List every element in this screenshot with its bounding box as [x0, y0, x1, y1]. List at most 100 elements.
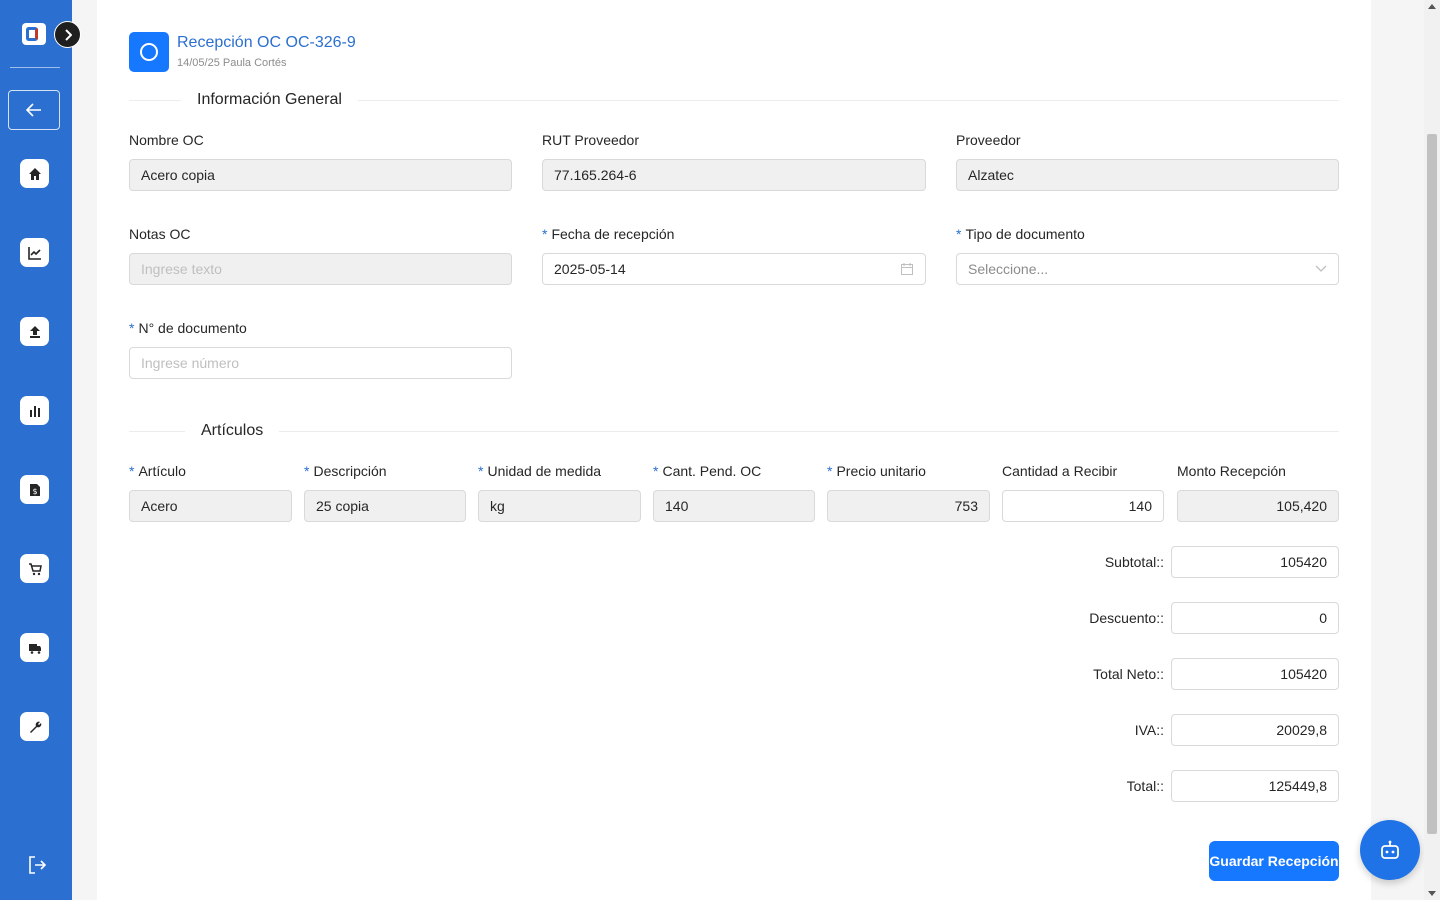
col-cantidad-recibir-label: Cantidad a Recibir — [1002, 463, 1118, 479]
required-mark: * — [827, 463, 833, 479]
col-descripcion-label: * Descripción — [304, 463, 387, 479]
iva-field[interactable]: 20029,8 — [1171, 714, 1339, 746]
invoice-icon: $ — [29, 483, 40, 496]
logout-button[interactable] — [24, 852, 50, 878]
rut-proveedor-label: RUT Proveedor — [542, 132, 640, 148]
fecha-recepcion-picker[interactable]: 2025-05-14 — [542, 253, 926, 285]
descripcion-value: 25 copia — [316, 498, 369, 514]
unidad-field[interactable]: kg — [478, 490, 641, 522]
articulo-field[interactable]: Acero — [129, 490, 292, 522]
sidebar-item-settings[interactable] — [20, 712, 49, 741]
section-title-articulos: Artículos — [185, 422, 280, 440]
calendar-icon — [901, 263, 913, 275]
record-icon — [129, 32, 169, 72]
nombre-oc-field[interactable]: Acero copia — [129, 159, 512, 191]
page-scrollbar[interactable] — [1424, 0, 1440, 900]
fecha-recepcion-label: * Fecha de recepción — [542, 226, 674, 242]
tipo-documento-label: * Tipo de documento — [956, 226, 1085, 242]
cant-pend-value: 140 — [665, 498, 689, 514]
cantidad-recibir-input[interactable]: 140 — [1002, 490, 1164, 522]
total-neto-field[interactable]: 105420 — [1171, 658, 1339, 690]
wrench-icon — [29, 721, 41, 733]
col-cant-pend-label: * Cant. Pend. OC — [653, 463, 761, 479]
tipo-documento-select[interactable]: Seleccione... — [956, 253, 1339, 285]
monto-value: 105,420 — [1276, 498, 1327, 514]
total-neto-value: 105420 — [1280, 666, 1327, 682]
proveedor-field[interactable]: Alzatec — [956, 159, 1339, 191]
sidebar-item-invoices[interactable]: $ — [20, 475, 49, 504]
logout-icon — [29, 856, 47, 874]
page-title: Recepción OC OC-326-9 — [177, 34, 356, 51]
iva-label: IVA:: — [1134, 722, 1164, 738]
scroll-up-icon[interactable] — [1428, 4, 1436, 9]
descripcion-field[interactable]: 25 copia — [304, 490, 466, 522]
rut-proveedor-field[interactable]: 77.165.264-6 — [542, 159, 926, 191]
subtotal-value: 105420 — [1280, 554, 1327, 570]
num-documento-label-text: N° de documento — [138, 320, 247, 336]
descuento-value: 0 — [1319, 610, 1327, 626]
col-precio-label: * Precio unitario — [827, 463, 926, 479]
col-unidad-label: * Unidad de medida — [478, 463, 601, 479]
assistant-button[interactable] — [1360, 820, 1420, 880]
required-mark: * — [129, 463, 135, 479]
total-field[interactable]: 125449,8 — [1171, 770, 1339, 802]
precio-value: 753 — [954, 498, 978, 514]
expand-sidebar-button[interactable] — [54, 21, 81, 48]
back-button[interactable] — [8, 90, 60, 130]
app-logo — [22, 23, 46, 45]
cantidad-recibir-value: 140 — [1128, 498, 1152, 514]
line-chart-icon — [27, 246, 41, 260]
total-neto-label: Total Neto:: — [1093, 666, 1164, 682]
arrow-left-icon — [26, 103, 41, 117]
col-cant-pend-text: Cant. Pend. OC — [662, 463, 762, 479]
truck-icon — [28, 643, 41, 654]
proveedor-label: Proveedor — [956, 132, 1021, 148]
nombre-oc-label: Nombre OC — [129, 132, 204, 148]
total-value: 125449,8 — [1268, 778, 1327, 794]
page-subtitle: 14/05/25 Paula Cortés — [177, 57, 287, 69]
robot-icon — [1381, 840, 1399, 859]
col-precio-text: Precio unitario — [836, 463, 926, 479]
reception-form-card: Recepción OC OC-326-9 14/05/25 Paula Cor… — [97, 0, 1371, 900]
descuento-field[interactable]: 0 — [1171, 602, 1339, 634]
fecha-recepcion-value: 2025-05-14 — [554, 261, 626, 277]
section-divider-articulos — [129, 431, 1339, 432]
iva-value: 20029,8 — [1276, 722, 1327, 738]
upload-icon — [29, 325, 40, 338]
col-articulo-text: Artículo — [138, 463, 186, 479]
fecha-recepcion-label-text: Fecha de recepción — [551, 226, 675, 242]
sidebar-item-reports[interactable] — [20, 396, 49, 425]
sidebar-item-purchases[interactable] — [20, 554, 49, 583]
scroll-down-icon[interactable] — [1428, 891, 1436, 896]
sidebar-item-home[interactable] — [20, 159, 49, 188]
section-title-general: Información General — [181, 91, 358, 109]
precio-field[interactable]: 753 — [827, 490, 990, 522]
required-mark: * — [653, 463, 659, 479]
descuento-label: Descuento:: — [1089, 610, 1164, 626]
monto-field[interactable]: 105,420 — [1177, 490, 1339, 522]
unidad-value: kg — [490, 498, 505, 514]
save-reception-button[interactable]: Guardar Recepción — [1209, 841, 1339, 881]
sidebar-divider — [10, 67, 60, 68]
sidebar-item-upload[interactable] — [20, 317, 49, 346]
sidebar-item-analytics[interactable] — [20, 238, 49, 267]
tipo-documento-placeholder: Seleccione... — [968, 261, 1049, 277]
required-mark: * — [478, 463, 484, 479]
chevron-down-icon — [1315, 265, 1327, 272]
required-mark: * — [542, 226, 548, 242]
required-mark: * — [304, 463, 310, 479]
num-documento-placeholder: Ingrese número — [141, 355, 240, 371]
col-monto-label: Monto Recepción — [1177, 463, 1286, 479]
notas-oc-field[interactable]: Ingrese texto — [129, 253, 512, 285]
articulo-value: Acero — [141, 498, 178, 514]
subtotal-field[interactable]: 105420 — [1171, 546, 1339, 578]
required-mark: * — [956, 226, 962, 242]
col-articulo-label: * Artículo — [129, 463, 186, 479]
cant-pend-field[interactable]: 140 — [653, 490, 815, 522]
proveedor-value: Alzatec — [968, 167, 1014, 183]
notas-oc-label: Notas OC — [129, 226, 191, 242]
num-documento-input[interactable]: Ingrese número — [129, 347, 512, 379]
scroll-thumb[interactable] — [1427, 134, 1437, 834]
sidebar-item-reception[interactable] — [20, 633, 49, 662]
notas-oc-placeholder: Ingrese texto — [141, 261, 222, 277]
